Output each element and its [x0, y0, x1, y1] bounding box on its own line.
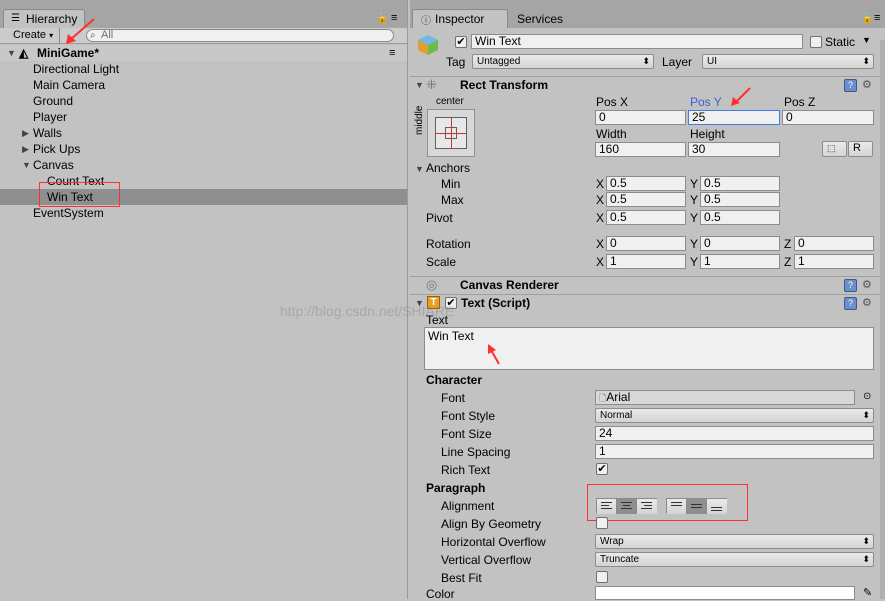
layer-dropdown[interactable]: UI ⬍	[702, 54, 874, 69]
pivot-x-input[interactable]: 0.5	[606, 210, 686, 225]
annotation-arrow	[731, 87, 751, 106]
align-by-geometry-checkbox[interactable]	[596, 517, 608, 529]
collapse-triangle-icon[interactable]: ▼	[415, 80, 424, 90]
annotation-highlight-box	[587, 484, 748, 521]
anchor-presets-button[interactable]	[427, 109, 475, 157]
gear-icon[interactable]: ⚙	[862, 78, 872, 91]
font-style-dropdown[interactable]: Normal ⬍	[595, 408, 874, 423]
rect-transform-header[interactable]: ▼ ⁜ Rect Transform ? ⚙	[410, 76, 883, 93]
pos-z-input[interactable]: 0	[782, 110, 874, 125]
font-size-input[interactable]: 24	[595, 426, 874, 441]
hierarchy-panel: ☰ Hierarchy 🔒 ≡ Create ▾ ⌕ All ▼ ◭ MiniG…	[0, 0, 408, 599]
canvas-renderer-icon: ◎	[426, 277, 438, 292]
hierarchy-item[interactable]: EventSystem	[0, 205, 407, 221]
rich-text-checkbox[interactable]: ✔	[596, 463, 608, 475]
gear-icon[interactable]: ⚙	[862, 296, 872, 309]
object-picker-icon[interactable]: ⊙	[863, 391, 871, 402]
rotation-y-input[interactable]: 0	[700, 236, 780, 251]
anchor-max-x-input[interactable]: 0.5	[606, 192, 686, 207]
inspector-tabbar: ⓘ Inspector Services 🔒 ≡	[410, 0, 885, 28]
annotation-arrow	[488, 344, 500, 365]
gear-icon[interactable]: ≡	[389, 45, 395, 61]
horizontal-overflow-dropdown[interactable]: Wrap ⬍	[595, 534, 874, 549]
line-spacing-input[interactable]: 1	[595, 444, 874, 459]
vertical-overflow-dropdown[interactable]: Truncate ⬍	[595, 552, 874, 567]
hierarchy-item[interactable]: ▶ Pick Ups	[0, 141, 407, 157]
annotation-arrow	[66, 18, 95, 44]
menu-icon[interactable]: ≡	[874, 12, 880, 24]
updown-arrow-icon: ⬍	[862, 410, 870, 420]
updown-arrow-icon: ⬍	[862, 554, 870, 564]
updown-arrow-icon: ⬍	[862, 536, 870, 546]
hierarchy-item[interactable]: Player	[0, 109, 407, 125]
hierarchy-item[interactable]: Main Camera	[0, 77, 407, 93]
rotation-z-input[interactable]: 0	[794, 236, 874, 251]
expand-triangle-icon[interactable]: ▼	[7, 45, 16, 61]
width-input[interactable]: 160	[595, 142, 686, 157]
hierarchy-search-input[interactable]: ⌕ All	[86, 29, 394, 42]
info-icon: ⓘ	[421, 16, 431, 27]
best-fit-checkbox[interactable]	[596, 571, 608, 583]
inspector-scrollbar[interactable]	[880, 40, 885, 599]
create-button[interactable]: Create ▾	[10, 28, 60, 43]
hierarchy-item[interactable]: ▼ Canvas	[0, 157, 407, 173]
gameobject-cube-icon	[417, 34, 439, 56]
unity-scene-icon: ◭	[19, 46, 29, 60]
help-icon[interactable]: ?	[844, 79, 857, 92]
font-object-field[interactable]: 🗋Arial	[595, 390, 855, 405]
tab-inspector[interactable]: ⓘ Inspector	[412, 9, 508, 28]
anchor-min-x-input[interactable]: 0.5	[606, 176, 686, 191]
active-checkbox[interactable]: ✔	[455, 36, 467, 48]
pos-x-input[interactable]: 0	[595, 110, 686, 125]
help-icon[interactable]: ?	[844, 279, 857, 292]
rotation-x-input[interactable]: 0	[606, 236, 686, 251]
scene-row[interactable]: ▼ ◭ MiniGame* ≡	[0, 45, 407, 61]
color-field[interactable]	[595, 586, 855, 600]
hierarchy-item[interactable]: ▶ Walls	[0, 125, 407, 141]
eyedropper-icon[interactable]: ✎	[863, 586, 872, 599]
help-icon[interactable]: ?	[844, 297, 857, 310]
updown-arrow-icon: ⬍	[862, 56, 870, 66]
dotted-rect-icon: ⬚	[827, 143, 835, 153]
pivot-y-input[interactable]: 0.5	[700, 210, 780, 225]
scale-x-input[interactable]: 1	[606, 254, 686, 269]
raw-edit-button[interactable]: R	[848, 141, 873, 157]
dropdown-arrow-icon: ▾	[49, 31, 54, 40]
expand-triangle-icon[interactable]: ▶	[22, 141, 29, 157]
canvas-renderer-header[interactable]: ◎ Canvas Renderer ? ⚙	[410, 276, 883, 293]
updown-arrow-icon: ⬍	[642, 56, 650, 66]
annotation-highlight-box	[39, 182, 120, 207]
static-dropdown-arrow-icon[interactable]: ▼	[862, 35, 871, 45]
hierarchy-item[interactable]: Directional Light	[0, 61, 407, 77]
static-checkbox[interactable]	[810, 36, 822, 48]
anchor-max-y-input[interactable]: 0.5	[700, 192, 780, 207]
list-icon: ☰	[11, 13, 20, 24]
collapse-triangle-icon[interactable]: ▼	[22, 157, 31, 173]
scale-z-input[interactable]: 1	[794, 254, 874, 269]
anchor-preset-icon	[435, 117, 467, 149]
collapse-triangle-icon[interactable]: ▼	[415, 164, 424, 174]
hierarchy-item[interactable]: Ground	[0, 93, 407, 109]
lock-icon[interactable]: 🔒	[861, 13, 873, 24]
anchor-min-y-input[interactable]: 0.5	[700, 176, 780, 191]
rect-transform-icon: ⁜	[426, 77, 437, 92]
scale-y-input[interactable]: 1	[700, 254, 780, 269]
text-script-header[interactable]: ▼ T ✔ Text (Script) ? ⚙	[410, 294, 883, 311]
height-input[interactable]: 30	[688, 142, 780, 157]
lock-icon[interactable]: 🔒	[376, 13, 388, 24]
menu-icon[interactable]: ≡	[391, 12, 397, 24]
blueprint-mode-button[interactable]: ⬚	[822, 141, 847, 157]
gear-icon[interactable]: ⚙	[862, 278, 872, 291]
pos-y-input[interactable]: 25	[688, 110, 780, 125]
expand-triangle-icon[interactable]: ▶	[22, 125, 29, 141]
tab-services[interactable]: Services	[508, 9, 594, 28]
tag-dropdown[interactable]: Untagged ⬍	[472, 54, 654, 69]
inspector-panel: ⓘ Inspector Services 🔒 ≡ ✔ Win Text Stat…	[280, 0, 885, 601]
object-name-input[interactable]: Win Text	[471, 34, 803, 49]
